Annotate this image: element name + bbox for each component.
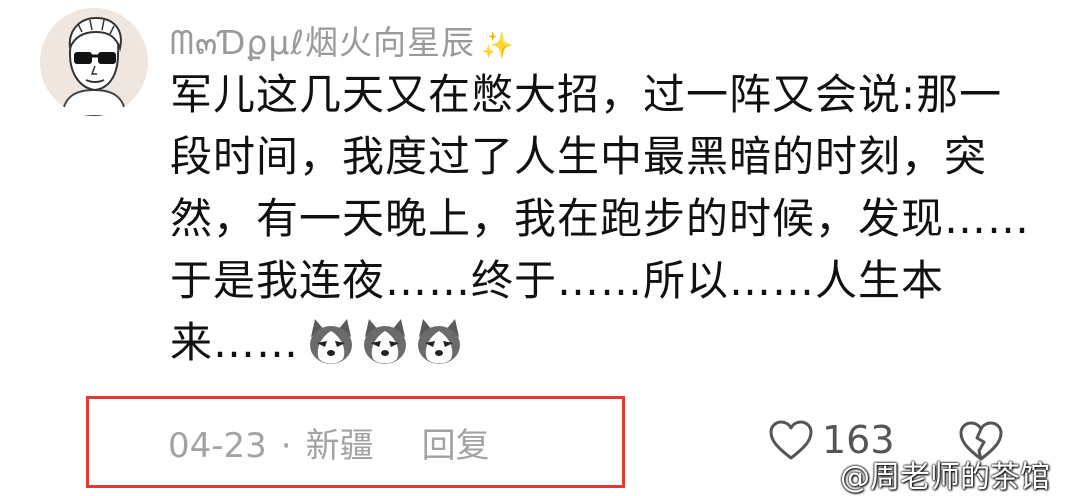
avatar-man-sunglasses-icon xyxy=(40,8,148,116)
heart-icon xyxy=(769,420,813,460)
comment-text: 军儿这几天又在憋大招，过一阵又会说:那一段时间，我度过了人生中最黑暗的时刻，突然… xyxy=(170,70,1031,367)
username-text: ᗰ๓Ɗϼμℓ烟火向星辰 xyxy=(170,23,475,62)
husky-emoji-icon xyxy=(359,315,411,367)
husky-emoji-icon xyxy=(413,315,465,367)
watermark: @周老师的茶馆 xyxy=(840,452,1050,496)
username[interactable]: ᗰ๓Ɗϼμℓ烟火向星辰 ✨ xyxy=(170,16,514,69)
meta-separator: · xyxy=(280,426,292,466)
comment-date: 04-23 xyxy=(168,426,267,466)
husky-emoji-icon xyxy=(305,315,357,367)
avatar[interactable] xyxy=(40,8,148,116)
sparkle-icon: ✨ xyxy=(480,31,515,61)
comment-meta: 04-23 · 新疆 回复 xyxy=(168,418,490,467)
reply-button[interactable]: 回复 xyxy=(422,426,490,466)
emoji-group xyxy=(305,315,467,384)
comment-body: 军儿这几天又在憋大招，过一阵又会说:那一段时间，我度过了人生中最黑暗的时刻，突然… xyxy=(170,64,1030,384)
comment-location: 新疆 xyxy=(305,426,374,466)
watermark-text: @周老师的茶馆 xyxy=(840,460,1050,495)
